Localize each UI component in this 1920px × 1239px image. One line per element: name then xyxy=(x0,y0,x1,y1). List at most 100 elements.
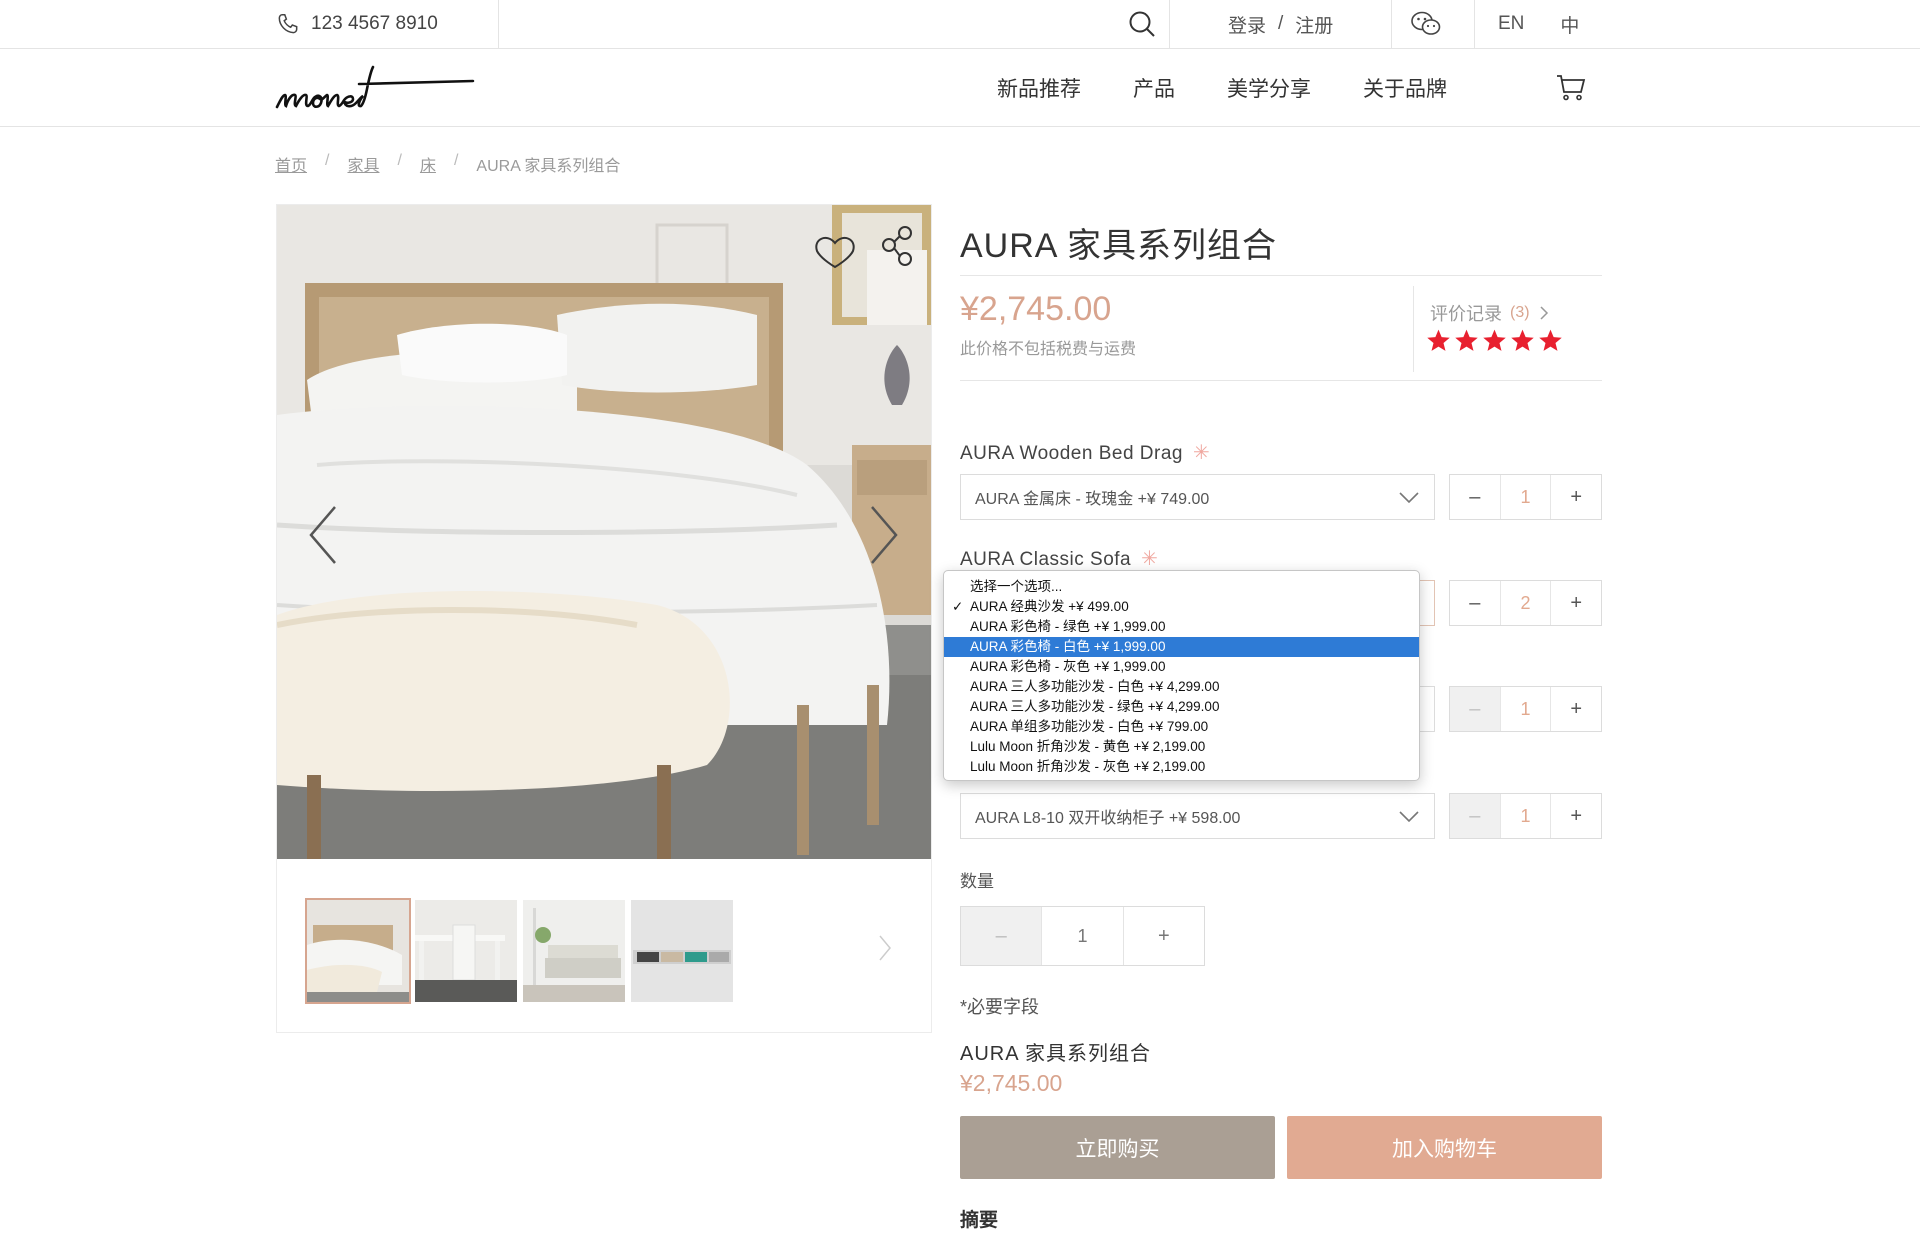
breadcrumb: 首页 / 家具 / 床 / AURA 家具系列组合 xyxy=(275,152,620,176)
quantity-stepper-3: – 1 + xyxy=(1449,686,1602,732)
thumbnail-strip xyxy=(305,898,735,1004)
dropdown-option[interactable]: ✓ AURA 经典沙发 +¥ 499.00 xyxy=(944,597,1419,617)
star-icon xyxy=(1427,329,1450,351)
phone-icon xyxy=(278,14,298,34)
decrement-button[interactable]: – xyxy=(1450,581,1500,625)
option-select-cabinet[interactable]: AURA L8-10 双开收纳柜子 +¥ 598.00 xyxy=(960,793,1435,839)
nav-new-arrivals[interactable]: 新品推荐 xyxy=(997,73,1081,103)
monet-logo[interactable]: monet xyxy=(275,59,475,119)
breadcrumb-separator: / xyxy=(325,152,330,169)
required-field-note: *必要字段 xyxy=(960,997,1040,1017)
summary-title: AURA 家具系列组合 xyxy=(960,1043,1152,1065)
dropdown-option[interactable]: Lulu Moon 折角沙发 - 灰色 +¥ 2,199.00 xyxy=(944,757,1419,777)
quantity-value[interactable]: 2 xyxy=(1499,581,1552,625)
buy-now-button[interactable]: 立即购买 xyxy=(960,1116,1275,1179)
breadcrumb-separator: / xyxy=(453,152,459,169)
thumbnail-bed[interactable] xyxy=(305,898,411,1004)
increment-button[interactable]: + xyxy=(1551,687,1601,731)
quantity-stepper-cabinet: – 1 + xyxy=(1449,793,1602,839)
option-select-bed[interactable]: AURA 金属床 - 玫瑰金 +¥ 749.00 xyxy=(960,474,1435,520)
quantity-value[interactable]: 1 xyxy=(1499,475,1552,519)
nav-aesthetics[interactable]: 美学分享 xyxy=(1227,73,1311,103)
quantity-stepper-main: – 1 + xyxy=(960,906,1205,966)
auth-separator: / xyxy=(1278,13,1284,34)
divider xyxy=(1474,0,1475,48)
dropdown-option[interactable]: AURA 三人多功能沙发 - 白色 +¥ 4,299.00 xyxy=(944,677,1419,697)
summary-price: ¥2,745.00 xyxy=(960,1070,1063,1096)
decrement-button[interactable]: – xyxy=(1450,475,1500,519)
quantity-value[interactable]: 1 xyxy=(1499,794,1552,838)
option-label-text: AURA Classic Sofa xyxy=(960,549,1132,570)
thumbnail-desk[interactable] xyxy=(413,898,519,1004)
lang-zh[interactable]: 中 xyxy=(1560,11,1579,38)
nav-about-brand[interactable]: 关于品牌 xyxy=(1363,73,1447,103)
divider xyxy=(1413,286,1414,372)
phone-number: 123 4567 8910 xyxy=(311,13,438,34)
main-nav: monet 新品推荐 产品 美学分享 关于品牌 xyxy=(0,49,1920,127)
sofa-options-dropdown: 选择一个选项... ✓ AURA 经典沙发 +¥ 499.00 AURA 彩色椅 … xyxy=(943,570,1420,781)
shopping-cart-icon[interactable] xyxy=(1555,72,1587,102)
dropdown-option[interactable]: 选择一个选项... xyxy=(944,577,1419,597)
reviews-link[interactable]: 评价记录 (3) xyxy=(1430,300,1550,326)
star-icon xyxy=(1483,329,1506,351)
product-gallery xyxy=(276,204,932,1033)
increment-button[interactable]: + xyxy=(1551,475,1601,519)
chevron-down-icon xyxy=(1399,492,1419,504)
option-selected-value: AURA 金属床 - 玫瑰金 +¥ 749.00 xyxy=(975,491,1210,508)
option-label-bed: AURA Wooden Bed Drag ✳ xyxy=(960,440,1210,465)
decrement-button[interactable]: – xyxy=(1450,687,1500,731)
breadcrumb-current: AURA 家具系列组合 xyxy=(476,158,621,175)
quantity-label: 数量 xyxy=(960,872,994,891)
top-utility-bar: 123 4567 8910 登录 / 注册 EN 中 xyxy=(0,0,1920,49)
quantity-value[interactable]: 1 xyxy=(1499,687,1552,731)
divider xyxy=(960,380,1602,381)
auth-links: 登录 / 注册 xyxy=(1228,10,1333,38)
breadcrumb-home[interactable]: 首页 xyxy=(275,152,307,176)
product-price: ¥2,745.00 xyxy=(960,290,1112,328)
dropdown-option[interactable]: AURA 彩色椅 - 灰色 +¥ 1,999.00 xyxy=(944,657,1419,677)
dropdown-option[interactable]: Lulu Moon 折角沙发 - 黄色 +¥ 2,199.00 xyxy=(944,737,1419,757)
star-rating xyxy=(1426,328,1563,353)
product-main-image xyxy=(277,205,931,859)
thumbnail-tv-cabinet[interactable] xyxy=(629,898,735,1004)
chevron-down-icon xyxy=(1399,811,1419,823)
search-icon[interactable] xyxy=(1128,10,1156,38)
login-link[interactable]: 登录 xyxy=(1228,11,1266,38)
product-title: AURA 家具系列组合 xyxy=(960,227,1278,265)
nav-products[interactable]: 产品 xyxy=(1133,73,1175,103)
summary-section-heading: 摘要 xyxy=(960,1210,999,1231)
reviews-count: (3) xyxy=(1510,304,1530,321)
option-label-sofa: AURA Classic Sofa ✳ xyxy=(960,546,1158,571)
option-label-text: AURA Wooden Bed Drag xyxy=(960,443,1183,464)
phone-contact: 123 4567 8910 xyxy=(275,10,438,38)
register-link[interactable]: 注册 xyxy=(1295,11,1333,38)
decrement-button[interactable]: – xyxy=(961,907,1042,965)
language-switch: EN 中 xyxy=(1498,10,1579,38)
increment-button[interactable]: + xyxy=(1551,794,1601,838)
dropdown-option[interactable]: AURA 单组多功能沙发 - 白色 +¥ 799.00 xyxy=(944,717,1419,737)
reviews-label: 评价记录 xyxy=(1430,304,1502,324)
dropdown-option[interactable]: AURA 三人多功能沙发 - 绿色 +¥ 4,299.00 xyxy=(944,697,1419,717)
dropdown-option[interactable]: AURA 彩色椅 - 绿色 +¥ 1,999.00 xyxy=(944,617,1419,637)
thumbnail-sofa[interactable] xyxy=(521,898,627,1004)
chevron-right-icon xyxy=(1540,306,1548,320)
thumbnail-next-arrow-icon[interactable] xyxy=(877,933,893,963)
quantity-value[interactable]: 1 xyxy=(1041,907,1124,965)
divider xyxy=(1391,0,1392,48)
add-to-cart-button[interactable]: 加入购物车 xyxy=(1287,1116,1602,1179)
divider xyxy=(960,275,1602,276)
lang-en[interactable]: EN xyxy=(1498,13,1524,35)
dropdown-option-highlighted[interactable]: AURA 彩色椅 - 白色 +¥ 1,999.00 xyxy=(944,637,1419,657)
breadcrumb-bed[interactable]: 床 xyxy=(420,152,436,176)
tax-note: 此价格不包括税费与运费 xyxy=(960,341,1137,358)
increment-button[interactable]: + xyxy=(1124,907,1204,965)
breadcrumb-furniture[interactable]: 家具 xyxy=(347,152,379,176)
wechat-icon[interactable] xyxy=(1410,9,1442,39)
star-icon xyxy=(1455,329,1478,351)
star-icon xyxy=(1511,329,1534,351)
increment-button[interactable]: + xyxy=(1551,581,1601,625)
star-icon xyxy=(1539,329,1562,351)
decrement-button[interactable]: – xyxy=(1450,794,1500,838)
quantity-stepper-sofa: – 2 + xyxy=(1449,580,1602,626)
nav-links: 新品推荐 产品 美学分享 关于品牌 xyxy=(997,73,1447,103)
